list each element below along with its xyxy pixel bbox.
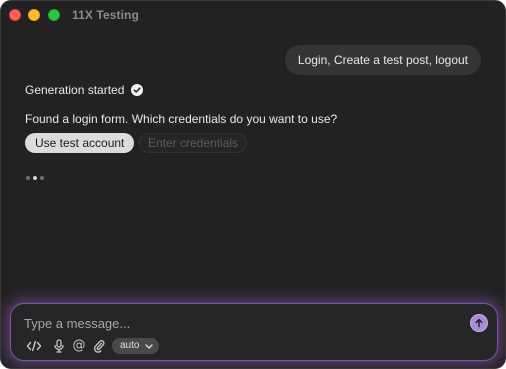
microphone-icon (54, 339, 64, 353)
typing-dot (33, 176, 37, 180)
arrow-up-icon (475, 318, 483, 328)
app-window: 11X Testing Login, Create a test post, l… (0, 0, 506, 369)
minimize-window-button[interactable] (28, 9, 40, 21)
assistant-message: Found a login form. Which credentials do… (25, 112, 338, 126)
use-test-account-button[interactable]: Use test account (25, 133, 135, 153)
microphone-button[interactable] (51, 338, 67, 354)
mention-button[interactable]: @ (71, 338, 87, 354)
message-input[interactable] (24, 312, 444, 334)
generation-status: Generation started (25, 83, 144, 97)
enter-credentials-button[interactable]: Enter credentials (139, 133, 248, 153)
status-text: Generation started (25, 83, 125, 97)
code-button[interactable] (26, 338, 42, 354)
window-title: 11X Testing (72, 8, 139, 22)
close-window-button[interactable] (9, 9, 21, 21)
paperclip-icon (93, 340, 105, 353)
attach-button[interactable] (91, 338, 107, 354)
title-bar[interactable]: 11X Testing (1, 1, 505, 29)
maximize-window-button[interactable] (48, 9, 60, 21)
send-button[interactable] (470, 314, 488, 332)
chevron-down-icon (145, 343, 154, 349)
typing-dot (26, 176, 30, 180)
user-message-bubble: Login, Create a test post, logout (284, 45, 481, 75)
mode-dropdown[interactable]: auto (112, 338, 160, 354)
check-circle-icon (131, 84, 144, 96)
typing-dot (40, 176, 44, 180)
message-composer: @ auto (10, 303, 498, 361)
typing-indicator (26, 176, 44, 180)
mode-dropdown-value: auto (120, 340, 140, 351)
code-icon (26, 340, 42, 352)
